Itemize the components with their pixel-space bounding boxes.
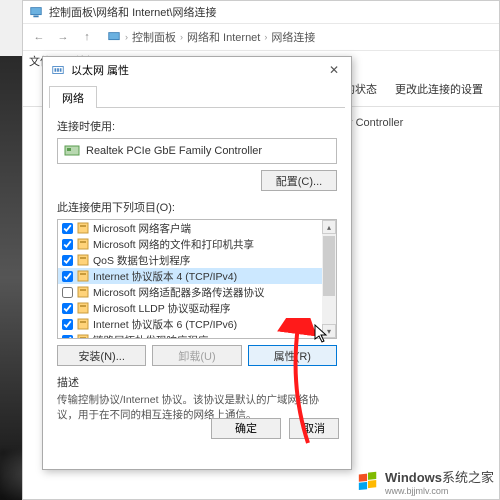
protocol-label: Microsoft LLDP 协议驱动程序 [93,301,231,316]
items-label: 此连接使用下列项目(O): [57,199,337,215]
background-strip [0,56,22,500]
protocol-icon [77,254,89,266]
watermark-url: www.bjjmlv.com [385,486,494,496]
close-button[interactable]: ✕ [325,61,343,79]
protocol-item[interactable]: Microsoft LLDP 协议驱动程序 [58,300,322,316]
ethernet-properties-dialog: 以太网 属性 ✕ 网络 连接时使用: Realtek PCIe GbE Fami… [42,56,352,470]
up-button[interactable]: ↑ [77,27,97,47]
ok-button[interactable]: 确定 [211,418,281,439]
protocol-item[interactable]: Internet 协议版本 6 (TCP/IPv6) [58,316,322,332]
protocol-checkbox[interactable] [62,319,73,330]
adapter-name: Realtek PCIe GbE Family Controller [86,145,262,157]
protocol-item[interactable]: 链路层拓扑发现响应程序 [58,332,322,338]
configure-button[interactable]: 配置(C)... [261,170,337,191]
watermark-brand-cn: 系统之家 [442,470,494,485]
protocol-list[interactable]: Microsoft 网络客户端Microsoft 网络的文件和打印机共享QoS … [57,219,337,339]
watermark: Windows系统之家 www.bjjmlv.com [357,467,494,496]
protocol-checkbox[interactable] [62,223,73,234]
protocol-checkbox[interactable] [62,303,73,314]
scrollbar-vertical[interactable]: ▴ ▾ [322,220,336,338]
protocol-item[interactable]: Internet 协议版本 4 (TCP/IPv4) [58,268,322,284]
toolbar-change-settings[interactable]: 更改此连接的设置 [395,81,483,97]
protocol-label: Microsoft 网络适配器多路传送器协议 [93,285,265,300]
install-button[interactable]: 安装(N)... [57,345,146,366]
protocol-label: Microsoft 网络的文件和打印机共享 [93,237,254,252]
protocol-item[interactable]: Microsoft 网络的文件和打印机共享 [58,236,322,252]
protocol-checkbox[interactable] [62,287,73,298]
protocol-checkbox[interactable] [62,335,73,339]
breadcrumb-item[interactable]: 网络连接 [271,29,315,45]
tab-network[interactable]: 网络 [49,86,97,108]
protocol-icon [77,286,89,298]
protocol-icon [77,238,89,250]
breadcrumb[interactable]: › 控制面板 › 网络和 Internet › 网络连接 [107,29,315,45]
tab-body: 连接时使用: Realtek PCIe GbE Family Controlle… [49,107,345,409]
protocol-icon [77,302,89,314]
network-icon [29,5,43,19]
protocol-label: Internet 协议版本 6 (TCP/IPv6) [93,317,237,332]
protocol-checkbox[interactable] [62,271,73,282]
protocol-icon [77,334,89,338]
ethernet-icon [51,63,65,77]
breadcrumb-item[interactable]: 网络和 Internet [187,29,260,45]
protocol-item[interactable]: QoS 数据包计划程序 [58,252,322,268]
protocol-checkbox[interactable] [62,255,73,266]
cancel-button[interactable]: 取消 [289,418,339,439]
adapter-icon [64,144,80,158]
explorer-title: 控制面板\网络和 Internet\网络连接 [49,4,216,20]
protocol-checkbox[interactable] [62,239,73,250]
watermark-brand-en: Windows [385,470,442,485]
protocol-label: 链路层拓扑发现响应程序 [93,333,209,339]
description-heading: 描述 [57,374,337,390]
scroll-down-button[interactable]: ▾ [322,324,336,338]
protocol-label: Internet 协议版本 4 (TCP/IPv4) [93,269,237,284]
forward-button[interactable]: → [53,27,73,47]
back-button[interactable]: ← [29,27,49,47]
protocol-icon [77,270,89,282]
protocol-label: Microsoft 网络客户端 [93,221,191,236]
properties-button[interactable]: 属性(R) [248,345,337,366]
protocol-label: QoS 数据包计划程序 [93,253,190,268]
uninstall-button: 卸载(U) [152,345,241,366]
network-icon [107,30,121,44]
scroll-up-button[interactable]: ▴ [322,220,336,234]
dialog-title: 以太网 属性 [71,62,129,78]
adapter-box: Realtek PCIe GbE Family Controller [57,138,337,164]
tabstrip: 网络 [43,83,351,107]
explorer-navbar: ← → ↑ › 控制面板 › 网络和 Internet › 网络连接 [23,23,499,51]
dialog-titlebar: 以太网 属性 ✕ [43,57,351,83]
protocol-icon [77,318,89,330]
scroll-thumb[interactable] [323,236,335,296]
windows-logo-icon [357,471,379,493]
protocol-icon [77,222,89,234]
connect-using-label: 连接时使用: [57,118,337,134]
explorer-titlebar: 控制面板\网络和 Internet\网络连接 [23,1,499,23]
protocol-item[interactable]: Microsoft 网络客户端 [58,220,322,236]
protocol-item[interactable]: Microsoft 网络适配器多路传送器协议 [58,284,322,300]
breadcrumb-item[interactable]: 控制面板 [132,29,176,45]
